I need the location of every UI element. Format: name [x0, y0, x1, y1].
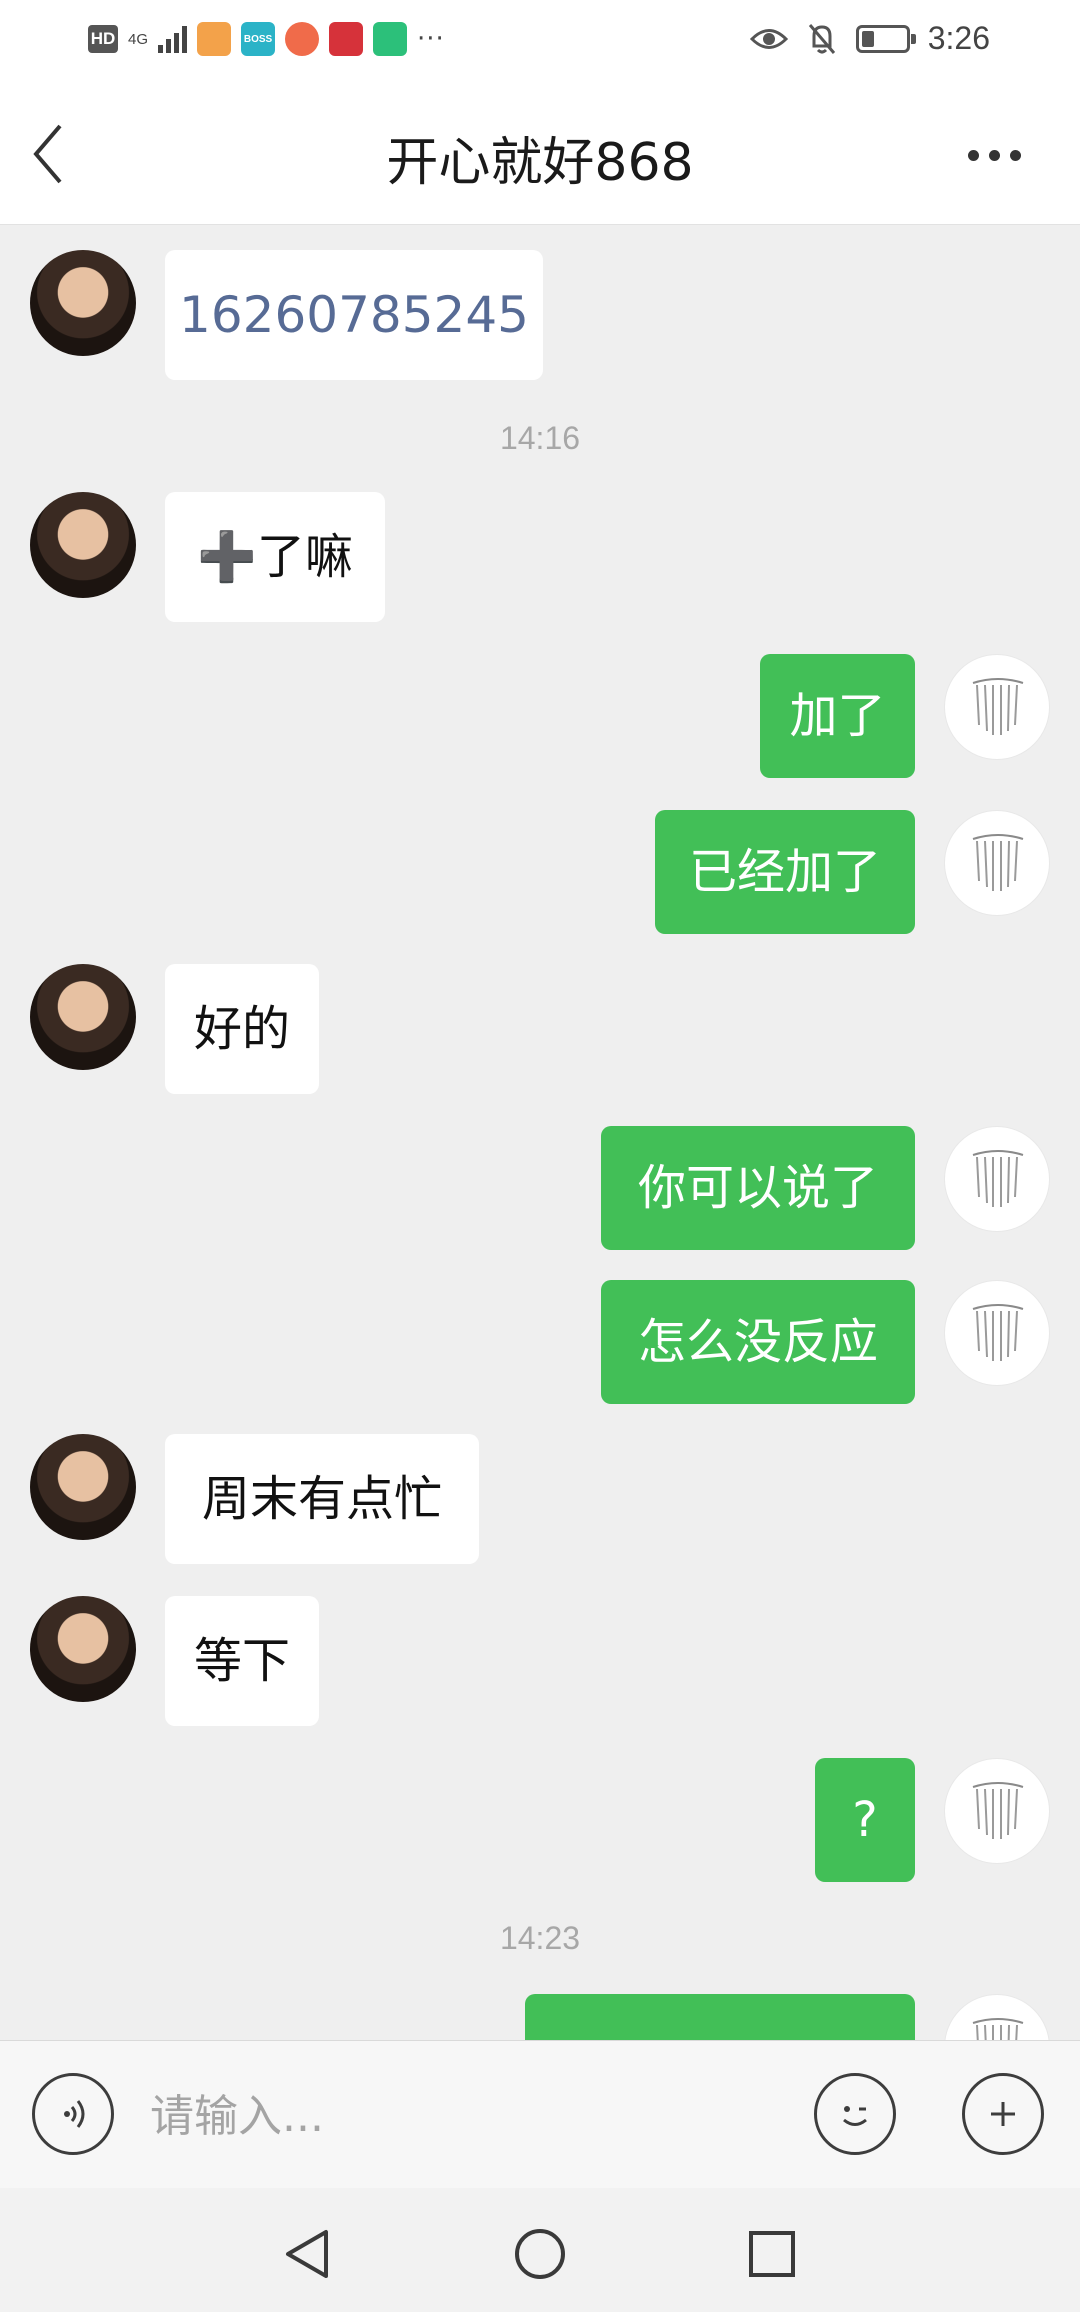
message-bubble-outgoing[interactable]: ? — [815, 1758, 915, 1882]
my-avatar[interactable] — [944, 1758, 1050, 1864]
boss-app-icon: BOSS — [241, 22, 276, 56]
more-notifications-icon: ··· — [417, 24, 445, 54]
message-bubble-outgoing[interactable]: 怎么没反应 — [601, 1280, 915, 1404]
nav-home-button[interactable] — [510, 2224, 570, 2284]
emoji-icon — [843, 2106, 867, 2126]
my-avatar[interactable] — [944, 1994, 1050, 2040]
message-bubble-incoming[interactable]: 等下 — [165, 1596, 319, 1726]
status-time: 3:26 — [927, 20, 990, 56]
my-avatar-image — [972, 1782, 1024, 1839]
contact-avatar[interactable] — [30, 964, 136, 1070]
more-dot — [1010, 149, 1021, 161]
message-timestamp: 14:16 — [499, 420, 581, 456]
status-left: HD 4G BOSS ··· — [88, 22, 445, 56]
signal-icon — [158, 25, 188, 53]
battery-icon — [855, 24, 916, 53]
circle-home-icon — [515, 2229, 565, 2279]
status-bar: HD 4G BOSS ··· 3:26 — [0, 0, 1080, 80]
status-right: 3:26 — [749, 20, 990, 57]
chat-title: 开心就好868 — [386, 133, 694, 193]
notification-app-icon — [329, 22, 364, 56]
nav-back-button[interactable] — [278, 2224, 338, 2284]
voice-icon — [64, 2100, 85, 2128]
message-bubble-outgoing[interactable]: 你可以说了 — [601, 1126, 915, 1250]
notification-app-icon — [373, 22, 408, 56]
notification-app-icon — [197, 22, 232, 56]
message-bubble-outgoing[interactable] — [525, 1994, 915, 2040]
my-avatar-image — [972, 678, 1024, 735]
message-bubble-incoming[interactable]: ➕了嘛 — [165, 492, 385, 622]
more-dot — [968, 149, 979, 161]
contact-avatar[interactable] — [30, 1434, 136, 1540]
nav-recents-button[interactable] — [742, 2224, 802, 2284]
square-recents-icon — [749, 2231, 795, 2277]
my-avatar-image — [972, 2018, 1024, 2040]
plus-button[interactable] — [962, 2073, 1044, 2155]
contact-avatar[interactable] — [30, 1596, 136, 1702]
chat-header: 开心就好868 — [0, 80, 1080, 225]
triangle-back-icon — [286, 2230, 328, 2278]
my-avatar-image — [972, 1150, 1024, 1207]
mute-bell-icon — [808, 23, 835, 54]
message-input[interactable] — [150, 2081, 790, 2151]
message-list[interactable]: 16260785245 14:16 ➕了嘛 加了 已经加了 好的 你可以说了 怎… — [0, 226, 1080, 2040]
message-timestamp: 14:23 — [499, 1920, 581, 1956]
hd-badge: HD — [88, 25, 118, 53]
my-avatar[interactable] — [944, 654, 1050, 760]
system-nav-bar — [0, 2188, 1080, 2312]
notification-app-icon — [285, 22, 320, 56]
my-avatar-image — [972, 1304, 1024, 1361]
more-dot — [989, 149, 1000, 161]
voice-button[interactable] — [32, 2073, 114, 2155]
message-bubble-outgoing[interactable]: 已经加了 — [655, 810, 915, 934]
my-avatar[interactable] — [944, 1280, 1050, 1386]
emoji-button[interactable] — [814, 2073, 896, 2155]
network-type: 4G — [128, 30, 149, 48]
plus-icon — [991, 2102, 1015, 2126]
my-avatar[interactable] — [944, 810, 1050, 916]
contact-avatar[interactable] — [30, 492, 136, 598]
eye-icon — [749, 28, 788, 49]
my-avatar-image — [972, 834, 1024, 891]
battery-level — [861, 30, 874, 47]
message-bubble-incoming[interactable]: 16260785245 — [165, 250, 543, 380]
contact-avatar[interactable] — [30, 250, 136, 356]
message-bubble-incoming[interactable]: 好的 — [165, 964, 319, 1094]
message-bubble-incoming[interactable]: 周末有点忙 — [165, 1434, 479, 1564]
more-button[interactable] — [968, 140, 1040, 170]
message-bubble-outgoing[interactable]: 加了 — [760, 654, 915, 778]
my-avatar[interactable] — [944, 1126, 1050, 1232]
input-bar — [0, 2040, 1080, 2188]
